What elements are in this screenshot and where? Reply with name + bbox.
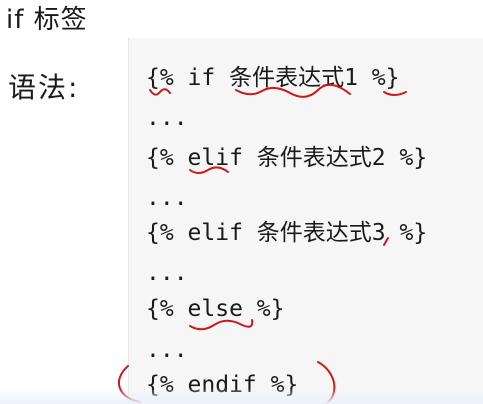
code-line-ellipsis-1: ... [146, 105, 188, 131]
code-line-elif-1: {% elif 条件表达式2 %} [146, 145, 428, 171]
syntax-label: 语法: [8, 71, 80, 104]
code-line-ellipsis-4: ... [146, 337, 188, 363]
bottom-strip [0, 388, 483, 404]
code-line-elif-2: {% elif 条件表达式3 %} [146, 220, 428, 246]
code-block: {% if 条件表达式1 %} ... {% elif 条件表达式2 %} ..… [128, 38, 483, 404]
code-line-ellipsis-3: ... [146, 260, 188, 286]
code-line-ellipsis-2: ... [146, 185, 188, 211]
code-line-if: {% if 条件表达式1 %} [146, 65, 400, 91]
code-line-else: {% else %} [146, 296, 285, 322]
page-title: if 标签 [6, 5, 88, 35]
